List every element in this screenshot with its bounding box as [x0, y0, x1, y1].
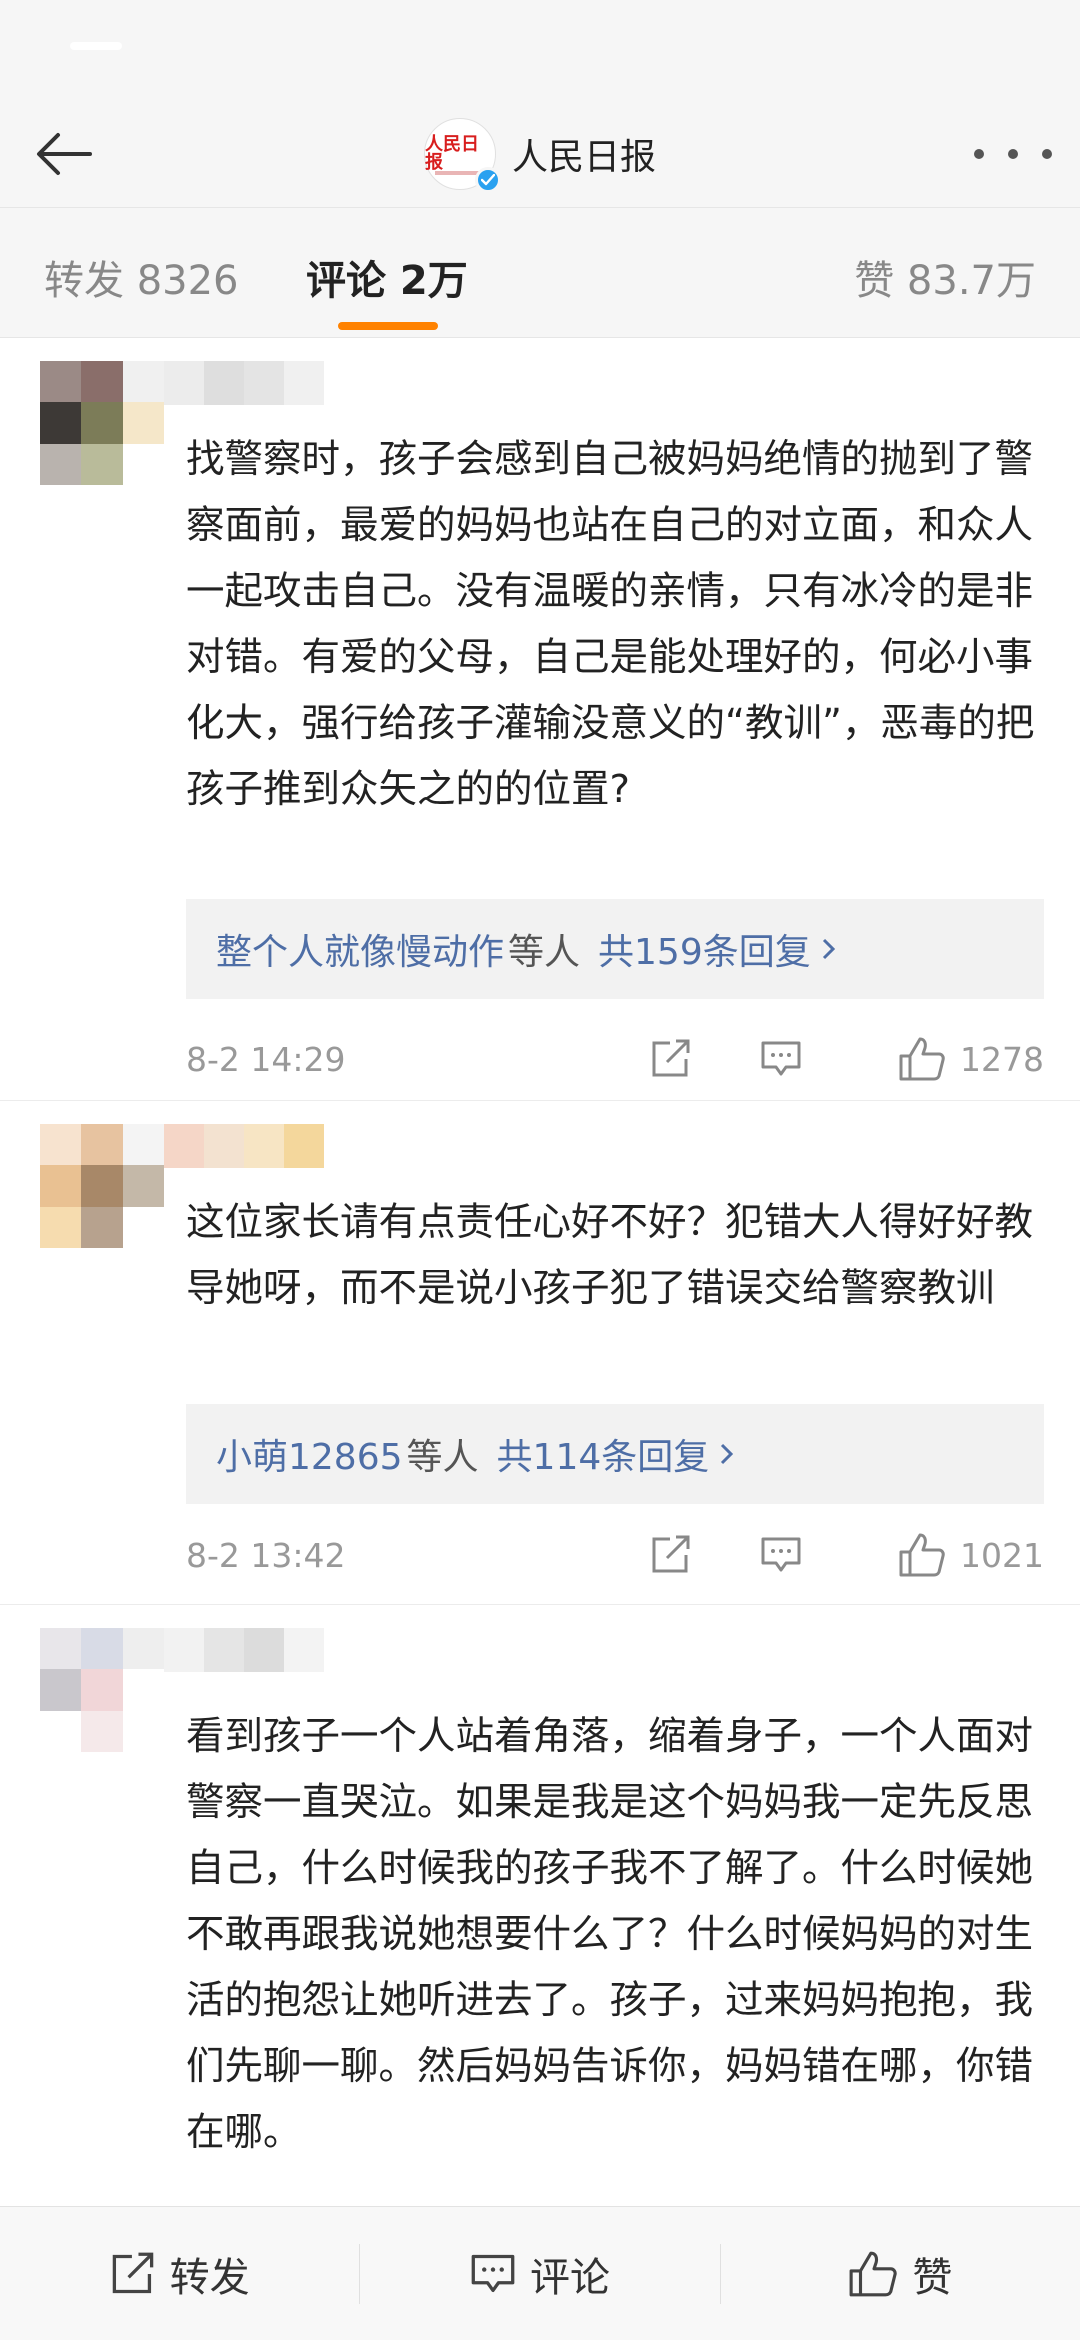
- comment-button[interactable]: 评论: [360, 2207, 719, 2340]
- comment-item: 看到孩子一个人站着角落，缩着身子，一个人面对警察一直哭泣。如果是我是这个妈妈我一…: [0, 1606, 1080, 2206]
- tab-reposts[interactable]: 转发 8326: [44, 248, 239, 306]
- repost-label: 转发: [169, 2254, 250, 2301]
- thumbs-up-icon: [899, 1037, 945, 1081]
- share-icon: [652, 1535, 690, 1573]
- chevron-right-icon: [721, 1443, 734, 1465]
- repost-button[interactable]: 转发: [0, 2207, 359, 2340]
- account-avatar[interactable]: 人民日报: [423, 118, 501, 193]
- comment-text: 找警察时，孩子会感到自己被妈妈绝情的抛到了警察面前，最爱的妈妈也站在自己的对立面…: [186, 437, 1035, 812]
- reply-others-label: 等人: [406, 1437, 479, 1478]
- reply-others-label: 等人: [508, 932, 581, 973]
- more-options-button[interactable]: [968, 118, 1058, 190]
- reply-count[interactable]: 共114条回复: [497, 1428, 710, 1480]
- active-tab-indicator: [338, 322, 438, 330]
- bottom-action-bar: 转发 评论 赞: [0, 2206, 1080, 2340]
- commenter-avatar[interactable]: [40, 1628, 164, 1752]
- title-group[interactable]: 人民日报 人民日报: [0, 100, 1080, 208]
- thumbs-up-icon: [899, 1533, 945, 1577]
- reply-button[interactable]: [760, 1039, 802, 1079]
- like-count: 1278: [960, 1039, 1044, 1079]
- comment-label: 评论: [529, 2254, 610, 2301]
- tab-comments[interactable]: 评论 2万: [306, 248, 468, 306]
- chevron-right-icon: [822, 938, 835, 960]
- more-dot-icon: [1008, 149, 1018, 159]
- like-button[interactable]: 1021: [898, 1532, 1044, 1578]
- commenter-avatar[interactable]: [40, 1124, 164, 1248]
- like-button[interactable]: 1278: [898, 1036, 1044, 1082]
- reply-count[interactable]: 共159条回复: [598, 923, 811, 975]
- like-post-button[interactable]: 赞: [721, 2207, 1080, 2340]
- tab-likes[interactable]: 赞 83.7万: [854, 248, 1036, 306]
- share-icon: [112, 2252, 153, 2293]
- more-dot-icon: [974, 149, 984, 159]
- top-header: 人民日报 人民日报: [0, 100, 1080, 208]
- status-indicator: [70, 42, 122, 50]
- tab-bar: 转发 8326 评论 2万 赞 83.7万: [0, 208, 1080, 338]
- comment-time: 8-2 13:42: [186, 1535, 346, 1575]
- reply-summary[interactable]: 小萌12865 等人 共114条回复: [186, 1404, 1044, 1504]
- more-dot-icon: [1042, 149, 1052, 159]
- comment-icon: [471, 2254, 515, 2292]
- reply-user[interactable]: 整个人就像慢动作: [216, 923, 504, 975]
- comment-icon: [761, 1537, 801, 1572]
- share-icon: [652, 1039, 690, 1077]
- comment-text: 看到孩子一个人站着角落，缩着身子，一个人面对警察一直哭泣。如果是我是这个妈妈我一…: [186, 1714, 1034, 2155]
- reply-user[interactable]: 小萌12865: [216, 1428, 403, 1480]
- commenter-name-blurred[interactable]: [164, 1124, 324, 1168]
- comment-meta: 8-2 13:42 1021: [186, 1525, 1044, 1585]
- account-name[interactable]: 人民日报: [512, 128, 656, 180]
- comment-icon: [761, 1041, 801, 1076]
- comment-item: 这位家长请有点责任心好不好？犯错大人得好好教导她呀，而不是说小孩子犯了错误交给警…: [0, 1102, 1080, 1605]
- verified-badge-icon: [474, 167, 501, 193]
- like-count: 1021: [960, 1535, 1044, 1575]
- like-label: 赞: [912, 2254, 953, 2301]
- reply-button[interactable]: [760, 1535, 802, 1575]
- share-button[interactable]: [650, 1039, 692, 1079]
- status-bar: [0, 0, 1080, 100]
- share-button[interactable]: [650, 1535, 692, 1575]
- commenter-name-blurred[interactable]: [164, 1628, 324, 1672]
- commenter-avatar[interactable]: [40, 361, 164, 485]
- reply-summary[interactable]: 整个人就像慢动作 等人 共159条回复: [186, 899, 1044, 999]
- comment-item: 找警察时，孩子会感到自己被妈妈绝情的抛到了警察面前，最爱的妈妈也站在自己的对立面…: [0, 339, 1080, 1101]
- comment-text: 这位家长请有点责任心好不好？犯错大人得好好教导她呀，而不是说小孩子犯了错误交给警…: [186, 1200, 1034, 1311]
- comment-meta: 8-2 14:29 1278: [186, 1029, 1044, 1089]
- commenter-name-blurred[interactable]: [164, 361, 324, 405]
- comment-time: 8-2 14:29: [186, 1039, 346, 1079]
- thumbs-up-icon: [849, 2251, 897, 2296]
